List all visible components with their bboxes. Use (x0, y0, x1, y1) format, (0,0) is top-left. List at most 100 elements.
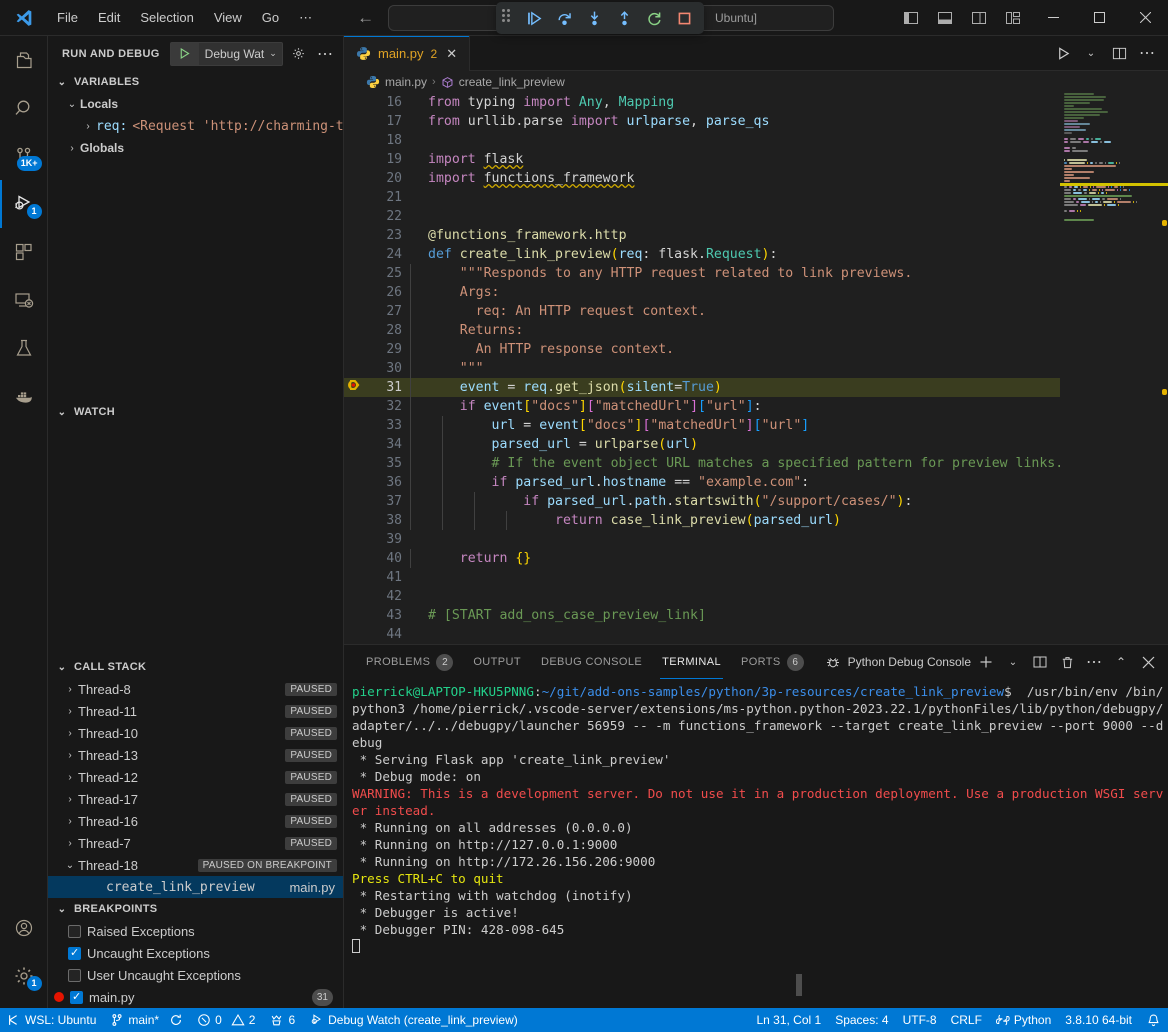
minimap[interactable] (1060, 93, 1168, 644)
menu-go[interactable]: Go (253, 7, 288, 28)
callstack-frame-row[interactable]: create_link_preview main.py (48, 876, 343, 898)
code-line[interactable]: 21 (344, 188, 1060, 207)
panel-tab-ports[interactable]: PORTS 6 (731, 645, 814, 679)
code-line[interactable]: 40 return {} (344, 549, 1060, 568)
code-line[interactable]: 35 # If the event object URL matches a s… (344, 454, 1060, 473)
panel-tab-terminal[interactable]: TERMINAL (652, 645, 731, 679)
drag-handle-icon[interactable] (502, 9, 514, 27)
callstack-thread-row[interactable]: › Thread-12 PAUSED (48, 766, 343, 788)
step-into-button[interactable] (580, 5, 608, 31)
callstack-thread-row[interactable]: › Thread-17 PAUSED (48, 788, 343, 810)
editor-more-actions-icon[interactable]: ⋯ (1134, 38, 1160, 68)
toggle-secondary-sidebar-icon[interactable] (962, 3, 996, 33)
code-line[interactable]: 17from urllib.parse import urlparse, par… (344, 112, 1060, 131)
active-terminal-name[interactable]: Python Debug Console (848, 655, 971, 669)
menu-view[interactable]: View (205, 7, 251, 28)
go-back-icon[interactable]: ← (357, 9, 374, 26)
split-editor-right-icon[interactable] (1106, 38, 1132, 68)
breakpoint-raised-exceptions[interactable]: Raised Exceptions (48, 920, 343, 942)
variable-row-req[interactable]: › req: <Request 'http://charming-tro… (48, 115, 343, 137)
section-callstack-header[interactable]: ⌄ CALL STACK (48, 656, 343, 678)
section-watch-header[interactable]: ⌄ WATCH (48, 401, 343, 423)
code-line[interactable]: 16from typing import Any, Mapping (344, 93, 1060, 112)
activity-extensions[interactable] (0, 228, 48, 276)
terminal-output[interactable]: pierrick@LAPTOP-HKU5PNNG:~/git/add-ons-s… (344, 679, 1168, 1008)
chevron-down-icon[interactable]: ⌄ (64, 99, 80, 110)
code-line[interactable]: 32 if event["docs"]["matchedUrl"]["url"]… (344, 397, 1060, 416)
toggle-primary-sidebar-icon[interactable] (894, 3, 928, 33)
checkbox[interactable] (70, 991, 83, 1004)
code-line[interactable]: 23@functions_framework.http (344, 226, 1060, 245)
chevron-down-icon[interactable]: ⌄ (62, 860, 78, 871)
close-panel-icon[interactable] (1136, 650, 1160, 674)
run-python-file-icon[interactable] (1050, 38, 1076, 68)
new-terminal-icon[interactable] (974, 650, 998, 674)
status-editor-position[interactable]: Ln 31, Col 1 (749, 1008, 828, 1032)
menu-file[interactable]: File (48, 7, 87, 28)
chevron-right-icon[interactable]: › (62, 794, 78, 805)
open-launch-json-gear-icon[interactable] (289, 42, 309, 66)
customize-layout-icon[interactable] (996, 3, 1030, 33)
toggle-panel-icon[interactable] (928, 3, 962, 33)
panel-tab-problems[interactable]: PROBLEMS 2 (356, 645, 463, 679)
code-line[interactable]: 19import flask (344, 150, 1060, 169)
breakpoint-uncaught-exceptions[interactable]: Uncaught Exceptions (48, 942, 343, 964)
step-over-button[interactable] (550, 5, 578, 31)
panel-tab-debug-console[interactable]: DEBUG CONSOLE (531, 645, 652, 679)
status-notifications[interactable] (1139, 1008, 1168, 1032)
code-editor[interactable]: 16from typing import Any, Mapping17from … (344, 93, 1168, 644)
checkbox[interactable] (68, 925, 81, 938)
callstack-thread-row[interactable]: › Thread-13 PAUSED (48, 744, 343, 766)
callstack-thread-row-active[interactable]: ⌄ Thread-18 PAUSED ON BREAKPOINT (48, 854, 343, 876)
maximize-panel-chevron-up-icon[interactable]: ⌃ (1109, 650, 1133, 674)
section-variables-header[interactable]: ⌄ VARIABLES (48, 71, 343, 93)
menu-more[interactable]: ⋯ (290, 7, 321, 29)
step-out-button[interactable] (610, 5, 638, 31)
status-git-branch[interactable]: main* (103, 1008, 190, 1032)
panel-tab-output[interactable]: OUTPUT (463, 645, 531, 679)
chevron-down-icon[interactable]: ⌄ (268, 48, 282, 59)
close-button[interactable] (1122, 0, 1168, 36)
launch-configuration-select[interactable]: Debug Wat ⌄ (170, 42, 283, 66)
code-line[interactable]: 38 return case_link_preview(parsed_url) (344, 511, 1060, 530)
checkbox[interactable] (68, 969, 81, 982)
sync-icon[interactable] (169, 1013, 183, 1027)
menu-selection[interactable]: Selection (131, 7, 202, 28)
activity-remote-explorer[interactable] (0, 276, 48, 324)
chevron-right-icon[interactable]: › (62, 750, 78, 761)
status-encoding[interactable]: UTF-8 (896, 1008, 944, 1032)
code-line[interactable]: 30 """ (344, 359, 1060, 378)
activity-manage-settings[interactable]: 1 (0, 952, 48, 1000)
editor-gutter-breakpoint[interactable] (344, 378, 366, 398)
code-line[interactable]: 33 url = event["docs"]["matchedUrl"]["ur… (344, 416, 1060, 435)
section-breakpoints-header[interactable]: ⌄ BREAKPOINTS (48, 898, 343, 920)
activity-run-and-debug[interactable]: 1 (0, 180, 48, 228)
activity-docker[interactable] (0, 372, 48, 420)
activity-source-control[interactable]: 1K+ (0, 132, 48, 180)
status-indentation[interactable]: Spaces: 4 (828, 1008, 895, 1032)
activity-testing[interactable] (0, 324, 48, 372)
status-python-interpreter[interactable]: 3.8.10 64-bit (1058, 1008, 1139, 1032)
code-line[interactable]: 42 (344, 587, 1060, 606)
code-line[interactable]: 28 Returns: (344, 321, 1060, 340)
chevron-right-icon[interactable]: › (80, 121, 96, 132)
code-line[interactable]: 26 Args: (344, 283, 1060, 302)
code-line[interactable]: 37 if parsed_url.path.startswith("/suppo… (344, 492, 1060, 511)
code-line[interactable]: 20import functions_framework (344, 169, 1060, 188)
menu-edit[interactable]: Edit (89, 7, 129, 28)
maximize-button[interactable] (1076, 0, 1122, 36)
code-line[interactable]: 27 req: An HTTP request context. (344, 302, 1060, 321)
status-eol[interactable]: CRLF (944, 1008, 989, 1032)
chevron-right-icon[interactable]: › (62, 772, 78, 783)
menu-bar[interactable]: File Edit Selection View Go ⋯ (48, 7, 321, 29)
variables-scope-locals[interactable]: ⌄ Locals (48, 93, 343, 115)
status-ports[interactable]: 6 (262, 1008, 302, 1032)
code-line[interactable]: 31 event = req.get_json(silent=True) (344, 378, 1060, 397)
code-line[interactable]: 41 (344, 568, 1060, 587)
code-line[interactable]: 36 if parsed_url.hostname == "example.co… (344, 473, 1060, 492)
breakpoint-user-uncaught-exceptions[interactable]: User Uncaught Exceptions (48, 964, 343, 986)
status-debug-session[interactable]: Debug Watch (create_link_preview) (302, 1008, 525, 1032)
start-debugging-icon[interactable] (171, 43, 199, 65)
panel-more-actions-icon[interactable]: ⋯ (1082, 650, 1106, 674)
code-lines-container[interactable]: 16from typing import Any, Mapping17from … (344, 93, 1060, 644)
